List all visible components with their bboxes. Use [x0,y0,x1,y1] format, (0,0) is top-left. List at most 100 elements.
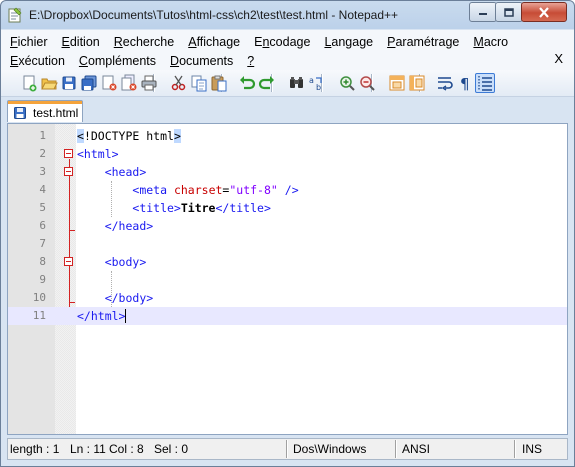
code-text: </body> [104,291,154,305]
line-number: 11 [32,309,46,322]
code-line-7: 7 [8,235,567,253]
code-line-8: 8 <body> [8,253,567,271]
sync-horizontal-icon [409,75,425,91]
menu-langage[interactable]: Langage [317,35,380,49]
undo-button[interactable] [237,73,257,93]
close-file-icon [102,75,117,91]
code-line-6: 6 </head> [8,217,567,235]
paste-icon [211,75,227,92]
notepadpp-app-icon [8,7,22,23]
line-number: 4 [39,183,46,196]
title-bar: E:\Dropbox\Documents\Tutos\html-css\ch2\… [1,1,574,29]
minimize-icon [479,13,487,15]
close-document-button[interactable]: X [554,51,563,66]
zoom-in-icon [340,76,355,91]
menu-affichage[interactable]: Affichage [181,35,247,49]
replace-icon: ab [309,76,322,92]
active-tab-indicator [8,101,82,104]
indent-guide-icon [478,76,492,91]
menu-ex-cution[interactable]: Exécution [1,54,72,68]
close-window-button[interactable] [521,2,567,22]
code-text: <title>Titre</title> [132,201,271,215]
save-all-button[interactable] [79,73,99,93]
menu-fichier[interactable]: Fichier [1,35,55,49]
menu-row-2: Exécution Compléments Documents? [1,51,261,70]
menu-compl-ments[interactable]: Compléments [72,54,163,68]
code-line-3: 3 <head> [8,163,567,181]
code-line-11: 11 </html> [8,307,567,325]
tab-label: test.html [33,106,79,120]
copy-icon [191,75,207,92]
menu-row-1: Fichier Edition Recherche Affichage Encodage… [1,32,515,51]
minimize-button[interactable] [469,2,497,22]
zoom-in-button[interactable] [337,73,357,93]
show-all-chars-button[interactable]: ¶ [455,73,475,93]
paste-button[interactable] [209,73,229,93]
find-button[interactable] [287,73,307,93]
save-all-icon [81,75,97,91]
zoom-out-icon [360,76,375,91]
status-column: Col : 8 [109,442,144,456]
tab-bar: test.html [1,97,574,123]
cut-button[interactable] [169,73,189,93]
save-icon [62,76,76,90]
menu-recherche[interactable]: Recherche [107,35,181,49]
status-length: length : 1 [10,442,60,456]
code-text: <html> [77,147,119,161]
new-file-icon [23,75,37,92]
open-file-button[interactable] [39,73,59,93]
copy-button[interactable] [189,73,209,93]
redo-icon [258,76,274,90]
close-file-button[interactable] [99,73,119,93]
line-number: 9 [39,273,46,286]
line-number: 3 [39,165,46,178]
code-text: </html> [77,309,127,323]
status-encoding: ANSI [402,442,431,456]
word-wrap-button[interactable] [435,73,455,93]
svg-text:¶: ¶ [460,75,470,92]
tab-test-html[interactable]: test.html [7,100,83,122]
window-title: E:\Dropbox\Documents\Tutos\html-css\ch2\… [29,8,399,22]
status-insert-mode: INS [522,442,543,456]
sync-vertical-button[interactable] [387,73,407,93]
save-button[interactable] [59,73,79,93]
status-divider [395,440,397,458]
word-wrap-icon [438,77,453,91]
sync-horizontal-button[interactable] [407,73,427,93]
status-eol-format: Dos\Windows [293,442,367,456]
line-number: 1 [39,129,46,142]
print-button[interactable] [139,73,159,93]
code-lines: 1 <!DOCTYPE html> 2 <html> 3 <head> 4 <m… [8,127,567,325]
redo-button[interactable] [257,73,277,93]
code-line-2: 2 <html> [8,145,567,163]
show-all-chars-icon: ¶ [460,75,470,92]
menu-help[interactable]: ? [240,54,261,68]
code-text: <meta charset="utf-8" /> [132,183,299,197]
open-file-icon [41,78,58,90]
new-file-button[interactable] [19,73,39,93]
status-divider [286,440,288,458]
menu-documents[interactable]: Documents [163,54,240,68]
cut-icon [171,75,186,91]
menu-param-trage[interactable]: Paramétrage [380,35,466,49]
code-line-1: 1 <!DOCTYPE html> [8,127,567,145]
maximize-button[interactable] [495,2,523,22]
code-text: </head> [104,219,154,233]
menu-bar: Fichier Edition Recherche Affichage Encodage… [1,30,574,70]
line-number: 6 [39,219,46,232]
close-all-button[interactable] [119,73,139,93]
maximize-icon [504,7,514,17]
replace-button[interactable]: ab [307,73,327,93]
indent-guide-button[interactable] [475,73,495,93]
code-editor[interactable]: 1 <!DOCTYPE html> 2 <html> 3 <head> 4 <m… [7,123,568,435]
menu-edition[interactable]: Edition [55,35,107,49]
find-icon [290,77,303,88]
saved-file-icon [14,107,26,119]
code-line-5: 5 <title>Titre</title> [8,199,567,217]
menu-encodage[interactable]: Encodage [247,35,317,49]
svg-text:a: a [309,76,314,85]
line-number: 2 [39,147,46,160]
zoom-out-button[interactable] [357,73,377,93]
menu-macro[interactable]: Macro [466,35,515,49]
line-number: 10 [32,291,46,304]
